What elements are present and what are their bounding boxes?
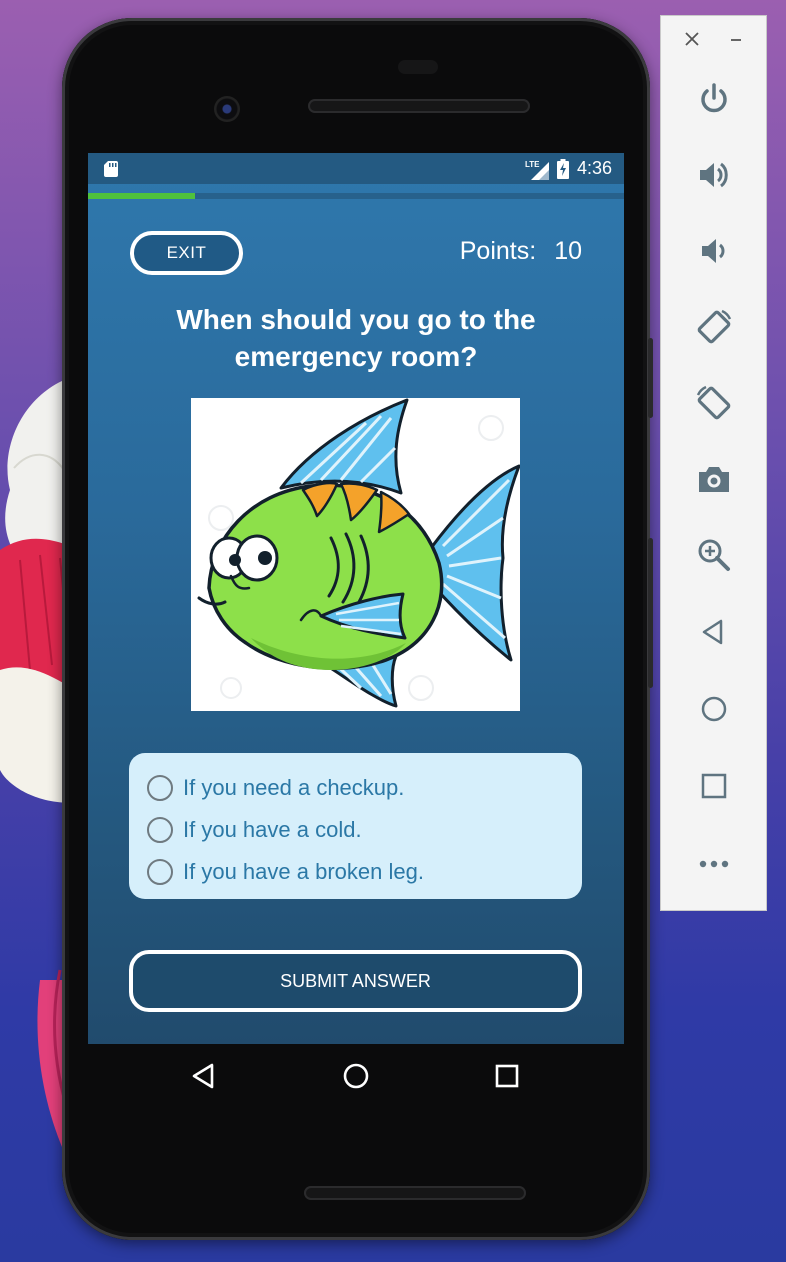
volume-up-icon[interactable]: [694, 155, 734, 195]
home-icon[interactable]: [694, 689, 734, 729]
points-value: 10: [554, 237, 582, 265]
proximity-sensor: [398, 60, 438, 74]
power-side-button: [648, 338, 653, 418]
android-navigation-bar: [88, 1046, 624, 1106]
answer-option[interactable]: If you have a broken leg.: [129, 851, 582, 893]
submit-answer-button[interactable]: SUBMIT ANSWER: [129, 950, 582, 1012]
radio-button[interactable]: [147, 859, 173, 885]
camera-icon[interactable]: [694, 459, 734, 499]
more-icon[interactable]: [694, 844, 734, 884]
answer-options: If you need a checkup. If you have a col…: [129, 753, 582, 899]
home-icon[interactable]: [340, 1060, 372, 1092]
minimize-icon[interactable]: [727, 30, 745, 48]
status-time: 4:36: [576, 158, 612, 178]
quiz-progress-bar: [88, 193, 624, 199]
zoom-icon[interactable]: [694, 535, 734, 575]
radio-button[interactable]: [147, 817, 173, 843]
overview-icon[interactable]: [694, 766, 734, 806]
earpiece-speaker: [308, 99, 530, 113]
answer-option-label[interactable]: If you have a cold.: [183, 817, 362, 843]
power-icon[interactable]: [694, 79, 734, 119]
sd-card-icon: [104, 161, 118, 177]
answer-option-label[interactable]: If you have a broken leg.: [183, 859, 424, 885]
rotate-right-icon[interactable]: [694, 383, 734, 423]
app-screen: LTE 4:36 EXIT Points: 10 When should you…: [88, 153, 624, 1044]
points-label: Points:: [459, 237, 537, 265]
recents-icon[interactable]: [491, 1060, 523, 1092]
answer-option-label[interactable]: If you need a checkup.: [183, 775, 404, 801]
answer-option[interactable]: If you have a cold.: [129, 809, 582, 851]
bottom-speaker: [304, 1186, 526, 1200]
close-icon[interactable]: [683, 30, 701, 48]
front-camera: [214, 96, 240, 122]
battery-charging-icon: [556, 158, 569, 179]
radio-button[interactable]: [147, 775, 173, 801]
back-icon[interactable]: [188, 1060, 220, 1092]
status-bar: LTE 4:36: [88, 153, 624, 184]
exit-button[interactable]: EXIT: [130, 231, 243, 275]
volume-side-button: [648, 538, 653, 688]
answer-option[interactable]: If you need a checkup.: [129, 767, 582, 809]
question-text: When should you go to the emergency room…: [176, 304, 536, 372]
signal-icon: LTE: [525, 160, 549, 180]
emulator-toolbar: [660, 15, 767, 911]
rotate-left-icon[interactable]: [694, 307, 734, 347]
cartoon-fish-image: [191, 398, 520, 711]
volume-down-icon[interactable]: [694, 231, 734, 271]
points-display: Points: 10: [460, 237, 582, 266]
quiz-progress-fill: [88, 193, 196, 199]
network-type: LTE: [525, 160, 540, 169]
back-icon[interactable]: [694, 612, 734, 652]
